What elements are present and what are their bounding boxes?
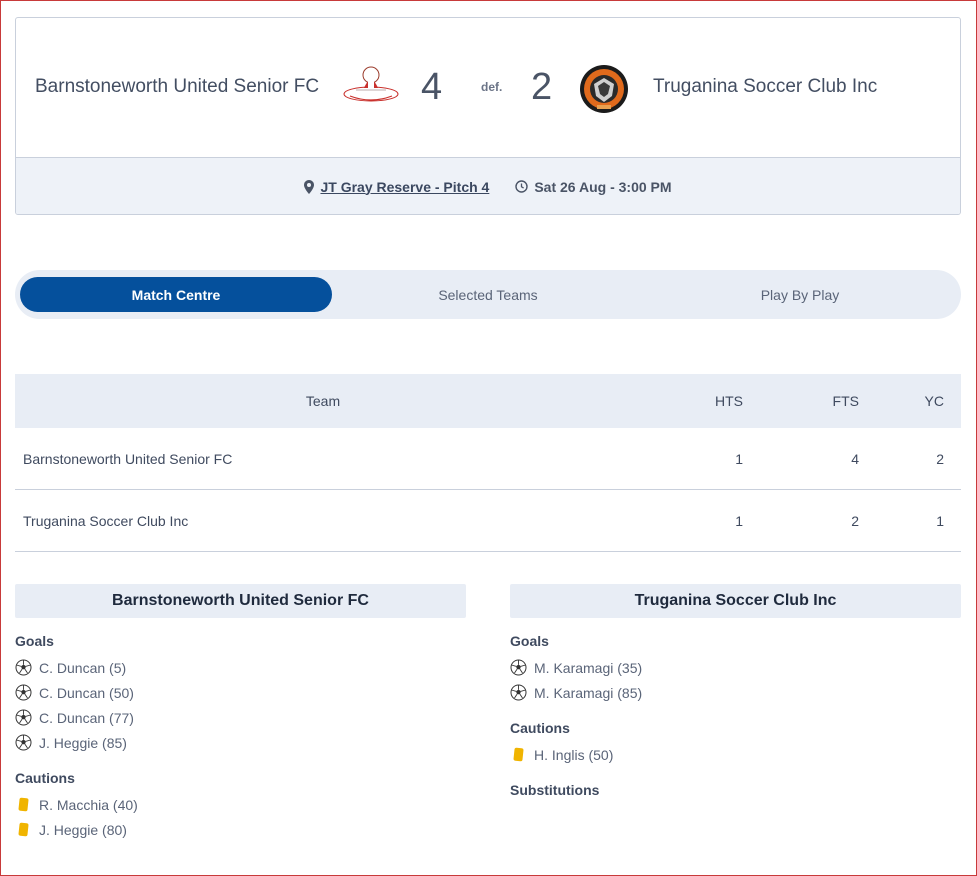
tab-match-centre[interactable]: Match Centre	[20, 277, 332, 312]
away-events-panel: Truganina Soccer Club Inc Goals M. Karam…	[510, 584, 961, 804]
soccer-ball-icon	[15, 734, 32, 751]
header-team: Team	[305, 393, 341, 409]
caution-event: H. Inglis (50)	[510, 742, 961, 767]
away-panel-title: Truganina Soccer Club Inc	[510, 584, 961, 618]
row-hts: 1	[735, 512, 743, 529]
tab-selected-teams[interactable]: Selected Teams	[332, 277, 644, 312]
goal-event: C. Duncan (77)	[15, 705, 466, 730]
row-fts: 2	[851, 512, 859, 529]
away-cautions-title: Cautions	[510, 720, 570, 736]
map-pin-icon	[304, 179, 315, 194]
goal-text: C. Duncan (5)	[39, 659, 127, 676]
soccer-ball-icon	[510, 659, 527, 676]
yellow-card-icon	[15, 821, 32, 838]
row-yc: 1	[936, 512, 944, 529]
result-word: def.	[481, 80, 503, 94]
caution-event: J. Heggie (80)	[15, 817, 466, 842]
home-panel-title: Barnstoneworth United Senior FC	[15, 584, 466, 618]
caution-text: H. Inglis (50)	[534, 746, 614, 763]
goal-text: J. Heggie (85)	[39, 734, 127, 751]
row-team: Barnstoneworth United Senior FC	[23, 450, 233, 467]
row-hts: 1	[735, 450, 743, 467]
header-fts: FTS	[832, 393, 859, 409]
home-team-logo	[343, 66, 399, 102]
match-info-row: JT Gray Reserve - Pitch 4 Sat 26 Aug - 3…	[16, 158, 960, 214]
caution-event: R. Macchia (40)	[15, 792, 466, 817]
soccer-ball-icon	[510, 684, 527, 701]
row-yc: 2	[936, 450, 944, 467]
venue-link[interactable]: JT Gray Reserve - Pitch 4	[320, 179, 489, 195]
goal-event: J. Heggie (85)	[15, 730, 466, 755]
row-team: Truganina Soccer Club Inc	[23, 512, 189, 529]
yellow-card-icon	[510, 746, 527, 763]
home-cautions-title: Cautions	[15, 770, 75, 786]
venue-info: JT Gray Reserve - Pitch 4	[304, 179, 489, 195]
soccer-ball-icon	[15, 659, 32, 676]
home-goals-title: Goals	[15, 633, 54, 649]
datetime-info: Sat 26 Aug - 3:00 PM	[515, 178, 672, 195]
home-events-panel: Barnstoneworth United Senior FC Goals C.…	[15, 584, 466, 842]
table-row: Truganina Soccer Club Inc 1 2 1	[15, 490, 961, 552]
caution-text: R. Macchia (40)	[39, 796, 138, 813]
match-header-card: Barnstoneworth United Senior FC 4 def. 2…	[15, 17, 961, 215]
goal-event: M. Karamagi (85)	[510, 680, 961, 705]
goal-text: M. Karamagi (35)	[534, 659, 643, 676]
away-substitutions-title: Substitutions	[510, 782, 600, 798]
away-team-logo	[580, 65, 628, 113]
soccer-ball-icon	[15, 684, 32, 701]
goal-text: M. Karamagi (85)	[534, 684, 643, 701]
header-yc: YC	[924, 393, 944, 409]
soccer-ball-icon	[15, 709, 32, 726]
table-header: Team HTS FTS YC	[15, 374, 961, 428]
clock-icon	[515, 180, 529, 193]
table-row: Barnstoneworth United Senior FC 1 4 2	[15, 428, 961, 490]
home-team-name[interactable]: Barnstoneworth United Senior FC	[35, 76, 319, 98]
goal-event: C. Duncan (50)	[15, 680, 466, 705]
yellow-card-icon	[15, 796, 32, 813]
home-score: 4	[421, 66, 443, 108]
away-team-name[interactable]: Truganina Soccer Club Inc	[653, 76, 877, 98]
row-fts: 4	[851, 450, 859, 467]
score-row: Barnstoneworth United Senior FC 4 def. 2…	[16, 18, 960, 158]
goal-event: M. Karamagi (35)	[510, 655, 961, 680]
tab-play-by-play[interactable]: Play By Play	[644, 277, 956, 312]
caution-text: J. Heggie (80)	[39, 821, 127, 838]
away-score: 2	[531, 66, 553, 108]
goal-text: C. Duncan (50)	[39, 684, 134, 701]
away-goals-title: Goals	[510, 633, 549, 649]
header-hts: HTS	[715, 393, 743, 409]
goal-event: C. Duncan (5)	[15, 655, 466, 680]
match-datetime: Sat 26 Aug - 3:00 PM	[534, 178, 672, 195]
match-tabs: Match Centre Selected Teams Play By Play	[15, 270, 961, 319]
score-summary-table: Team HTS FTS YC Barnstoneworth United Se…	[15, 374, 961, 552]
goal-text: C. Duncan (77)	[39, 709, 134, 726]
